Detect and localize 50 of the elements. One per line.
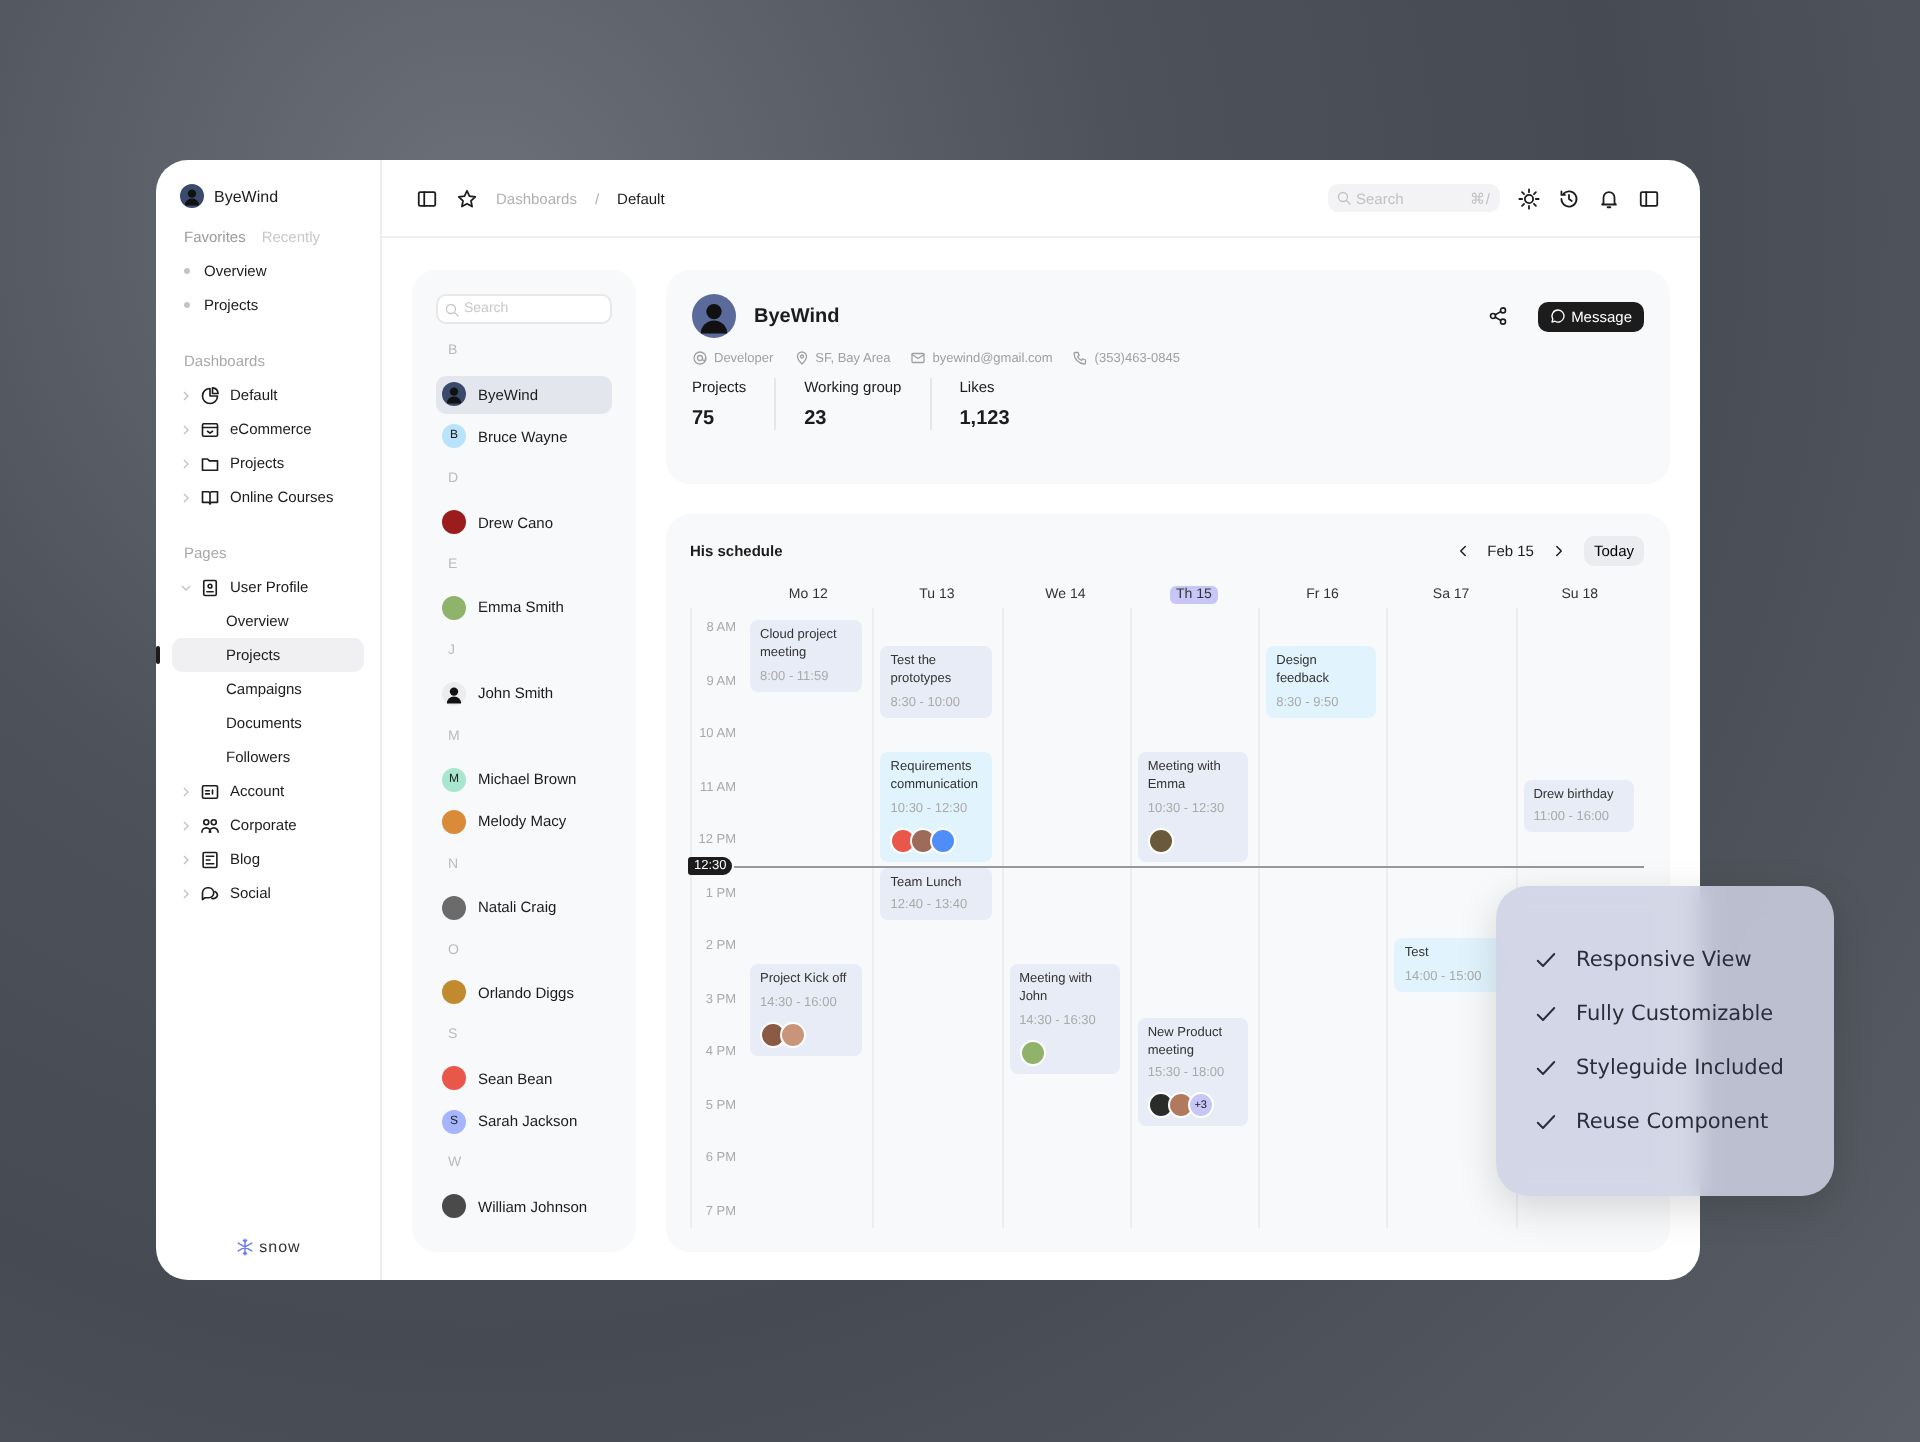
stat-value: 23	[804, 408, 829, 430]
feature-text: Responsive View	[1576, 948, 1752, 972]
check-icon	[1534, 1056, 1558, 1080]
chat-icon	[200, 883, 220, 903]
folder-icon	[200, 453, 220, 473]
idcard-icon	[200, 577, 220, 597]
profile-name: ByeWind	[754, 305, 840, 327]
history-button[interactable]	[1558, 187, 1580, 209]
mail-icon	[910, 350, 927, 366]
people-icon	[200, 815, 220, 835]
notifications-button[interactable]	[1598, 187, 1620, 209]
star-icon	[456, 187, 478, 209]
panel-icon	[1638, 187, 1660, 209]
sun-icon	[1518, 187, 1540, 209]
user-name: ByeWind	[214, 187, 279, 205]
share-icon	[1487, 306, 1508, 326]
panel-icon	[416, 187, 438, 209]
search-icon	[1336, 190, 1352, 206]
share-button[interactable]	[1487, 306, 1508, 326]
bell-icon	[1598, 187, 1620, 209]
feature-text: Fully Customizable	[1576, 1002, 1774, 1026]
feature-text: Reuse Component	[1576, 1110, 1769, 1134]
selection-indicator	[156, 646, 160, 664]
phone-icon	[1072, 350, 1089, 366]
store-icon	[200, 419, 220, 439]
check-icon	[1534, 1110, 1558, 1134]
chat-bubble-icon	[1549, 308, 1566, 324]
panel-toggle-button[interactable]	[1638, 187, 1660, 209]
stat-value: 75	[692, 408, 717, 430]
blog-icon	[200, 849, 220, 869]
avatar-silhouette	[692, 294, 736, 338]
account-icon	[200, 781, 220, 801]
pie-icon	[200, 385, 220, 405]
feature-text: Styleguide Included	[1576, 1056, 1784, 1080]
sidebar-toggle-icon[interactable]	[416, 187, 438, 209]
theme-button[interactable]	[1518, 187, 1540, 209]
star-button[interactable]	[456, 187, 478, 209]
check-icon	[1534, 948, 1558, 972]
stat-value: 1,123	[959, 408, 1010, 430]
avatar-silhouette	[180, 184, 204, 208]
check-icon	[1534, 1002, 1558, 1026]
at-sign-icon	[692, 350, 708, 366]
logo-text: snow	[259, 1238, 301, 1256]
snowflake-icon	[235, 1238, 254, 1256]
search-icon	[444, 301, 460, 317]
bullet-icon	[184, 302, 190, 308]
history-icon	[1558, 187, 1580, 209]
book-icon	[200, 487, 220, 507]
bullet-icon	[184, 268, 190, 274]
location-pin-icon	[793, 350, 810, 366]
